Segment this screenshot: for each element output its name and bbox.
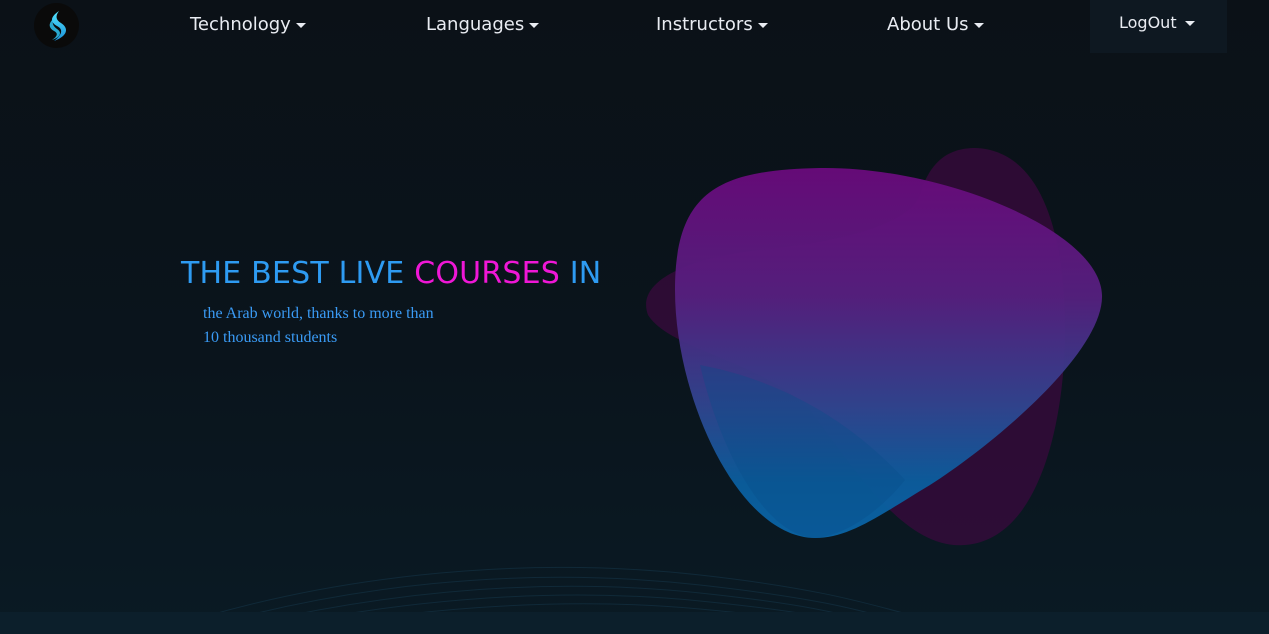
landing-page: Technology Languages Instructors About U… <box>0 0 1269 634</box>
hero-subtitle-line2: 10 thousand students <box>203 329 338 346</box>
hero-title: THE BEST LIVE COURSES IN <box>181 252 601 296</box>
hero-title-part2: IN <box>560 256 602 291</box>
hero-subtitle-line1: the Arab world, thanks to more than <box>203 305 434 322</box>
hero-blob-illustration <box>646 148 1103 546</box>
hero-subtitle: the Arab world, thanks to more than 10 t… <box>203 302 463 350</box>
hero-title-part1: THE BEST LIVE <box>181 256 415 291</box>
hero-title-highlight: COURSES <box>414 256 561 291</box>
